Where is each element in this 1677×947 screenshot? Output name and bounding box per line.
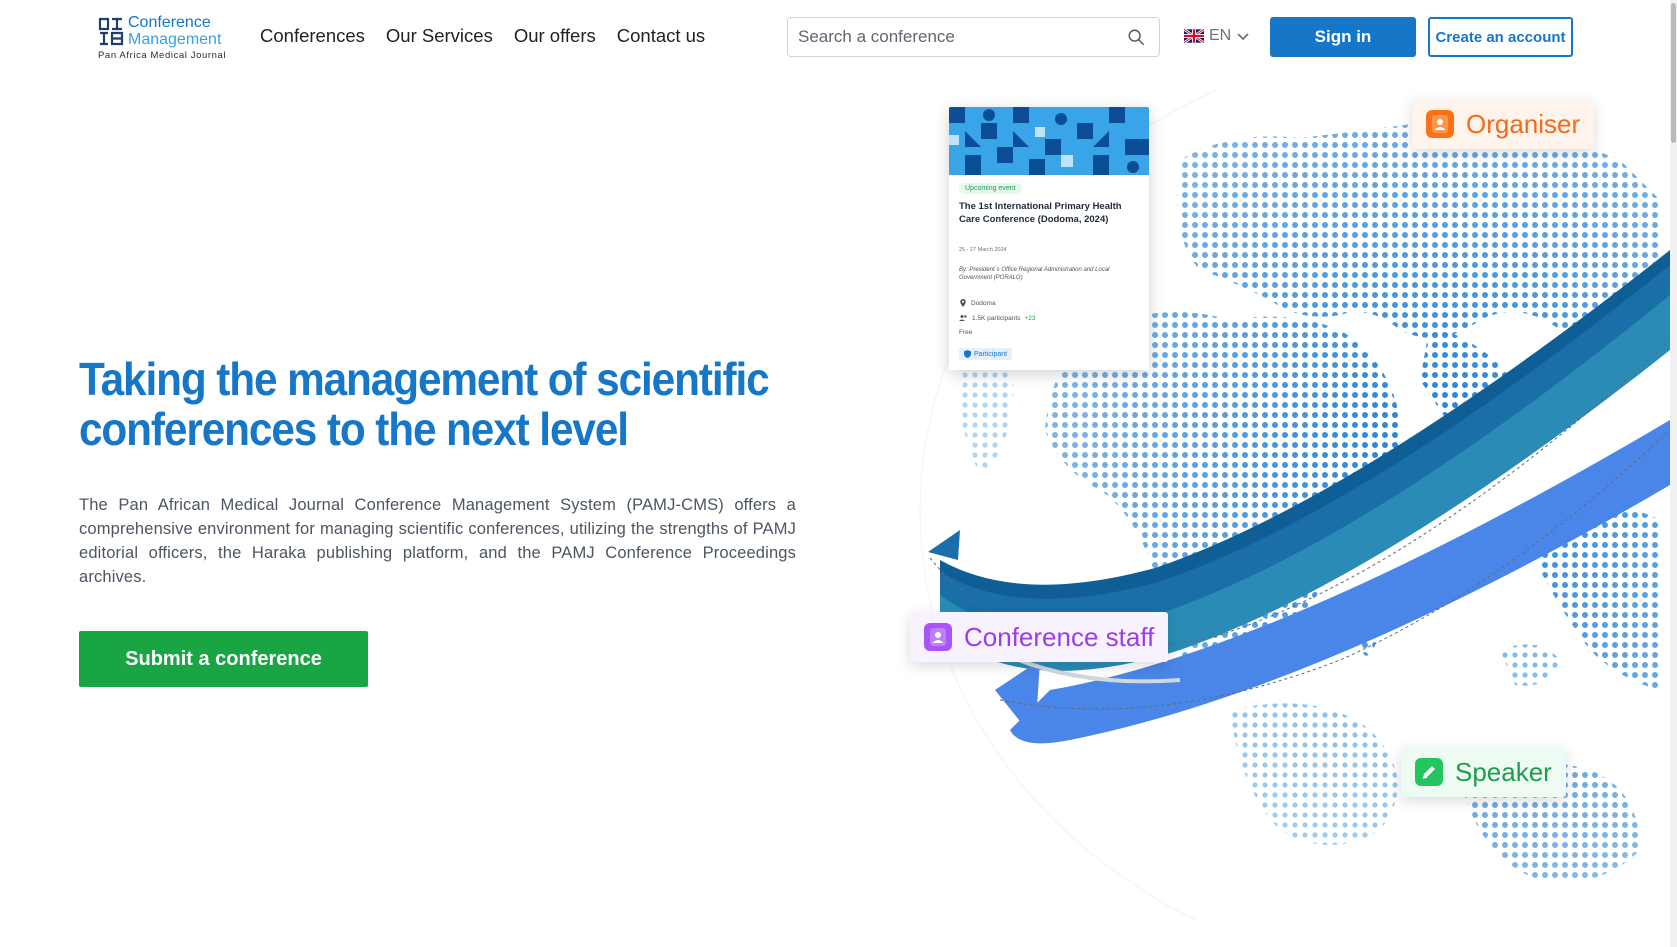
nav-our-offers[interactable]: Our offers — [514, 25, 596, 47]
users-icon — [959, 315, 967, 321]
user-badge-icon — [1426, 110, 1454, 138]
scrollbar-thumb[interactable] — [1671, 3, 1676, 143]
location-pin-icon — [960, 299, 966, 307]
user-badge-icon — [924, 623, 952, 651]
event-title: The 1st International Primary Health Car… — [959, 201, 1122, 225]
search-box — [787, 17, 1160, 57]
event-role-label: Participant — [974, 350, 1008, 358]
nav-contact-us[interactable]: Contact us — [617, 25, 705, 47]
nav-our-services[interactable]: Our Services — [386, 25, 493, 47]
role-label-conference-staff: Conference staff — [964, 621, 1155, 652]
event-price: Free — [959, 329, 973, 336]
event-participants-row: 1.5K participants +23 — [959, 314, 1035, 322]
pencil-icon — [1415, 758, 1443, 786]
scrollbar[interactable] — [1670, 0, 1677, 947]
event-price-row: Free — [959, 329, 972, 336]
hero-description: The Pan African Medical Journal Conferen… — [79, 496, 796, 586]
logo-text-journal: Pan Africa Medical Journal — [98, 50, 227, 61]
role-label-organiser: Organiser — [1466, 108, 1581, 139]
role-chip-conference-staff: Conference staff — [910, 612, 1169, 662]
event-status-badge: Upcoming event — [959, 183, 1022, 194]
shield-icon — [964, 350, 971, 358]
event-participants-plus: +23 — [1024, 314, 1036, 322]
search-icon[interactable] — [1127, 28, 1145, 46]
logo[interactable]: Conference Management Pan Africa Medical… — [98, 14, 228, 62]
logo-text-conference: Conference — [128, 14, 211, 31]
logo-text-management: Management — [128, 31, 222, 48]
submit-conference-button[interactable]: Submit a conference — [79, 631, 368, 687]
role-chip-speaker: Speaker — [1401, 747, 1566, 797]
chevron-down-icon — [1237, 33, 1249, 41]
role-chip-organiser: Organiser — [1412, 99, 1595, 149]
event-organizer: By: President´s Office Regional Administ… — [959, 267, 1110, 281]
site-header: Conference Management Pan Africa Medical… — [0, 0, 1677, 76]
event-card-banner-image — [949, 107, 1149, 175]
hero-title: Taking the management of scientific conf… — [79, 353, 770, 455]
event-date: 25 - 27 March 2024 — [959, 247, 1007, 253]
uk-flag-icon — [1184, 29, 1204, 43]
event-card: Upcoming event The 1st International Pri… — [949, 107, 1149, 370]
language-code: EN — [1209, 27, 1232, 44]
search-input[interactable] — [798, 26, 1118, 48]
language-selector[interactable]: EN — [1184, 27, 1250, 45]
role-label-speaker: Speaker — [1455, 756, 1552, 787]
event-location-row: Dodoma — [959, 299, 996, 307]
nav-conferences[interactable]: Conferences — [260, 25, 365, 47]
main-nav: Conferences Our Services Our offers Cont… — [260, 25, 705, 47]
sign-in-button[interactable]: Sign in — [1270, 17, 1416, 57]
event-participants: 1.5K participants — [972, 314, 1021, 322]
event-role-badge: Participant — [959, 348, 1013, 360]
logo-mark-icon — [98, 17, 124, 46]
create-account-button[interactable]: Create an account — [1428, 17, 1573, 57]
event-location: Dodoma — [971, 299, 996, 307]
